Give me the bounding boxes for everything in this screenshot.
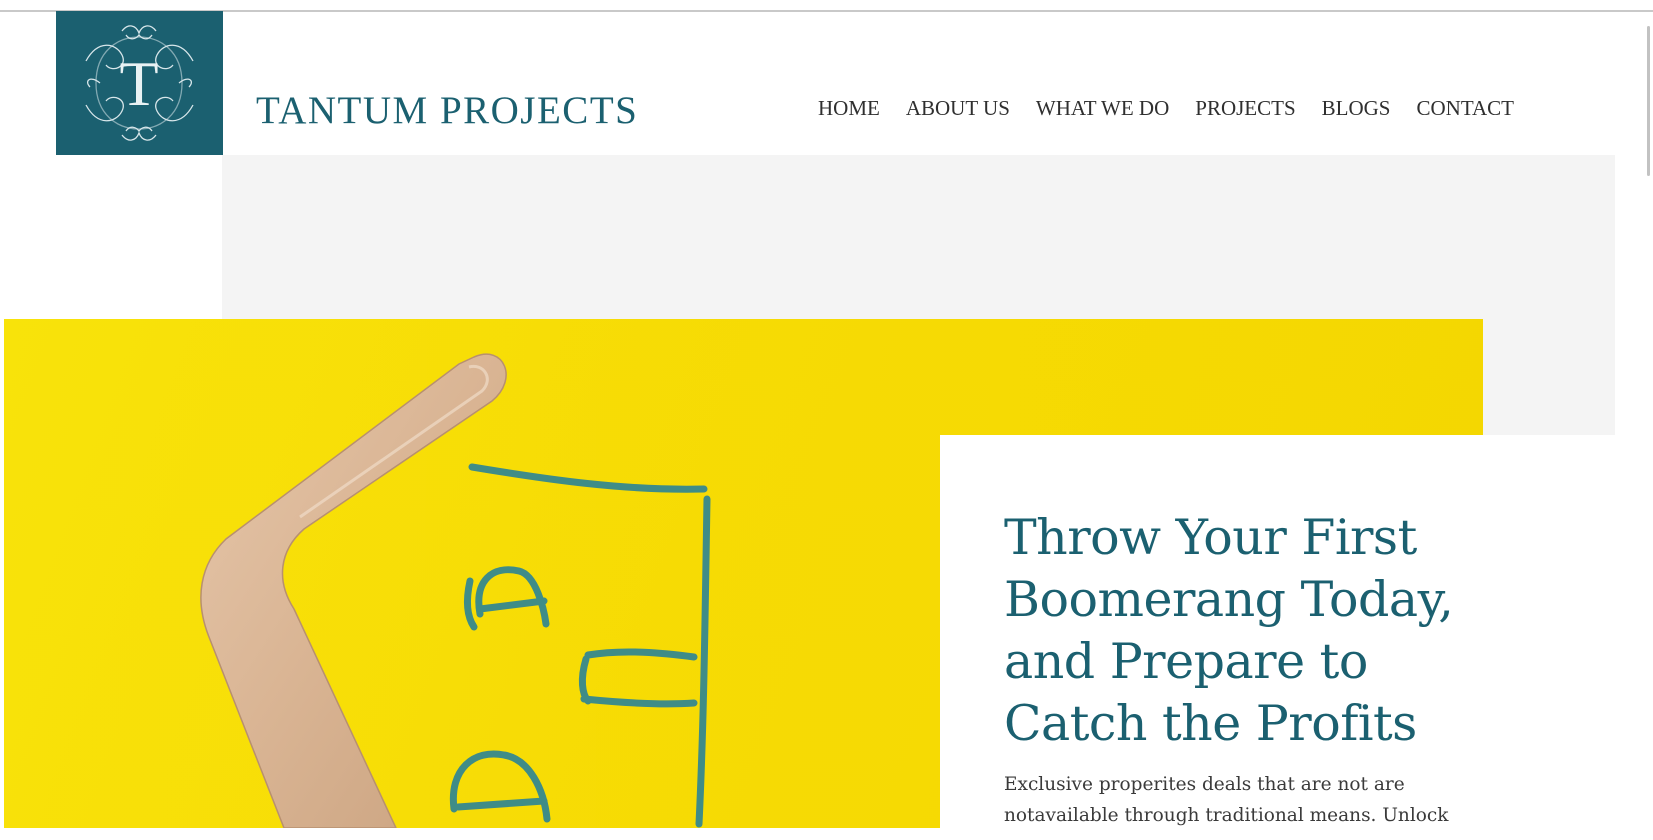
nav-home[interactable]: HOME — [818, 96, 880, 121]
logo-monogram-icon: T — [85, 25, 194, 141]
svg-text:T: T — [119, 48, 158, 119]
brand-name[interactable]: TANTUM PROJECTS — [256, 88, 638, 133]
scrollbar-thumb[interactable] — [1647, 26, 1650, 176]
nav-projects[interactable]: PROJECTS — [1195, 96, 1295, 121]
nav-what-we-do[interactable]: WHAT WE DO — [1036, 96, 1169, 121]
main-nav: HOME ABOUT US WHAT WE DO PROJECTS BLOGS … — [818, 96, 1514, 121]
page-scrollbar[interactable] — [1645, 12, 1653, 840]
nav-contact[interactable]: CONTACT — [1417, 96, 1514, 121]
nav-about-us[interactable]: ABOUT US — [906, 96, 1010, 121]
hero-headline: Throw Your First Boomerang Today, and Pr… — [1004, 509, 1454, 752]
nav-blogs[interactable]: BLOGS — [1322, 96, 1391, 121]
top-border — [0, 10, 1653, 12]
hero-card: Throw Your First Boomerang Today, and Pr… — [940, 435, 1615, 840]
logo[interactable]: T — [56, 11, 223, 155]
hero-description: Exclusive properites deals that are not … — [1004, 774, 1449, 826]
